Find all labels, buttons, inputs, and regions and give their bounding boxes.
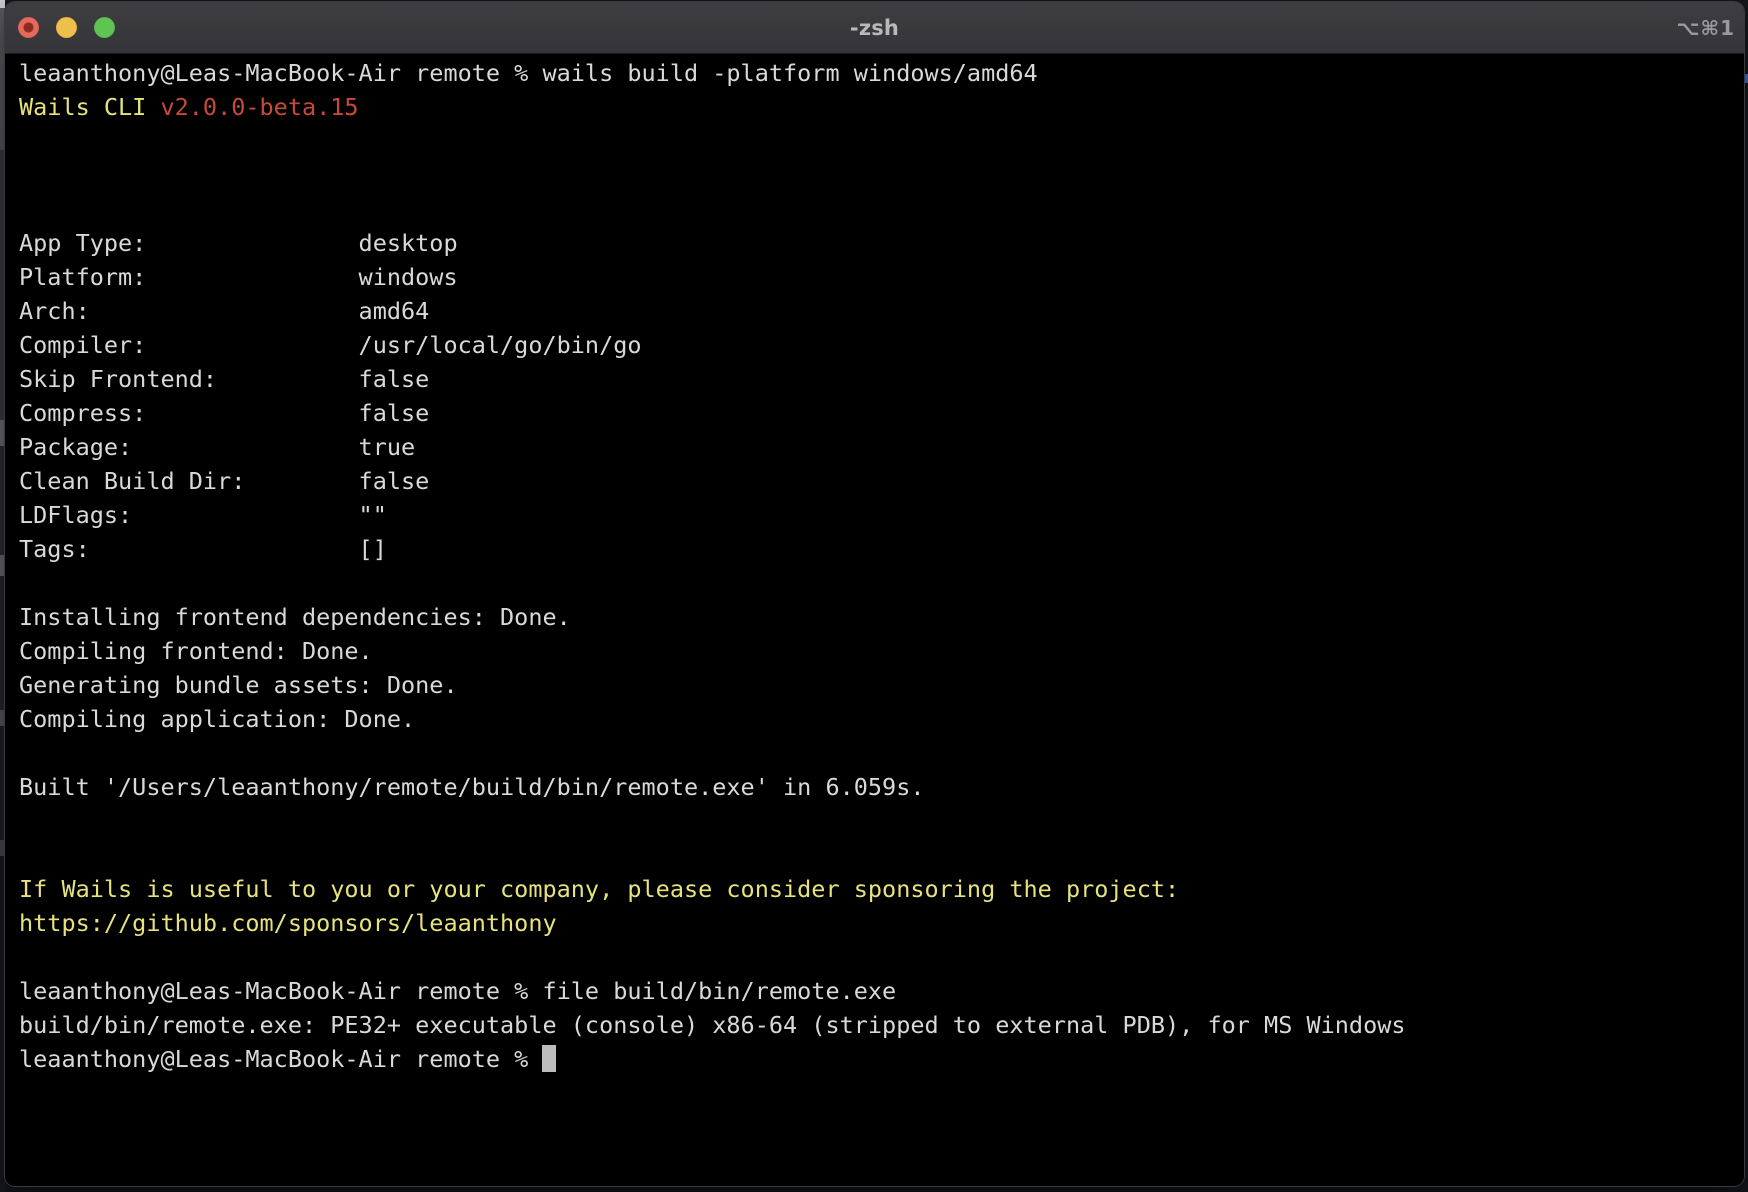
terminal-text: leaanthony@Leas-MacBook-Air remote % wai… [19,59,1038,87]
terminal-line: Generating bundle assets: Done. [19,668,1744,702]
terminal-text: build/bin/remote.exe: PE32+ executable (… [19,1011,1406,1039]
terminal-text: Tags: [] [19,535,387,563]
terminal-line: leaanthony@Leas-MacBook-Air remote % wai… [19,56,1744,90]
terminal-output[interactable]: leaanthony@Leas-MacBook-Air remote % wai… [5,54,1744,1186]
window-title: -zsh [850,16,899,40]
terminal-line [19,838,1744,872]
terminal-line [19,192,1744,226]
terminal-line: Installing frontend dependencies: Done. [19,600,1744,634]
terminal-line: Compiling application: Done. [19,702,1744,736]
terminal-line [19,804,1744,838]
desktop-background: -zsh ⌥⌘1 leaanthony@Leas-MacBook-Air rem… [0,0,1748,1192]
terminal-text [19,569,33,597]
terminal-line: Clean Build Dir: false [19,464,1744,498]
terminal-text: Generating bundle assets: Done. [19,671,458,699]
window-shortcut-badge: ⌥⌘1 [1676,2,1735,53]
close-button[interactable] [18,17,39,38]
terminal-line [19,124,1744,158]
terminal-line: Tags: [] [19,532,1744,566]
terminal-line [19,158,1744,192]
terminal-text: If Wails is useful to you or your compan… [19,875,1179,903]
terminal-text: Built '/Users/leaanthony/remote/build/bi… [19,773,924,801]
terminal-line: App Type: desktop [19,226,1744,260]
terminal-text [19,195,33,223]
terminal-line: If Wails is useful to you or your compan… [19,872,1744,906]
terminal-window: -zsh ⌥⌘1 leaanthony@Leas-MacBook-Air rem… [5,2,1744,1186]
terminal-line: Compiling frontend: Done. [19,634,1744,668]
terminal-text: https://github.com/sponsors/leaanthony [19,909,557,937]
terminal-line: Skip Frontend: false [19,362,1744,396]
terminal-line: leaanthony@Leas-MacBook-Air remote % fil… [19,974,1744,1008]
minimize-button[interactable] [56,17,77,38]
terminal-text: leaanthony@Leas-MacBook-Air remote % fil… [19,977,896,1005]
terminal-line: build/bin/remote.exe: PE32+ executable (… [19,1008,1744,1042]
terminal-text: Compiling frontend: Done. [19,637,373,665]
terminal-line: Wails CLI v2.0.0-beta.15 [19,90,1744,124]
terminal-text: Compiler: /usr/local/go/bin/go [19,331,642,359]
terminal-line: Platform: windows [19,260,1744,294]
terminal-line: Compiler: /usr/local/go/bin/go [19,328,1744,362]
terminal-text: Platform: windows [19,263,458,291]
terminal-text: Wails CLI [19,93,160,121]
terminal-line: https://github.com/sponsors/leaanthony [19,906,1744,940]
terminal-line: Package: true [19,430,1744,464]
zoom-button[interactable] [94,17,115,38]
terminal-text: App Type: desktop [19,229,458,257]
terminal-text: Compiling application: Done. [19,705,415,733]
terminal-text: Compress: false [19,399,429,427]
terminal-text: Package: true [19,433,415,461]
terminal-line [19,736,1744,770]
terminal-text [19,127,33,155]
terminal-text: Arch: amd64 [19,297,429,325]
terminal-text [19,841,33,869]
terminal-text [19,807,33,835]
terminal-text [19,943,33,971]
terminal-line: LDFlags: "" [19,498,1744,532]
terminal-text: Installing frontend dependencies: Done. [19,603,571,631]
terminal-cursor [542,1045,556,1072]
terminal-line [19,940,1744,974]
terminal-text: Skip Frontend: false [19,365,429,393]
terminal-text [19,739,33,767]
terminal-text [19,161,33,189]
terminal-text: Clean Build Dir: false [19,467,429,495]
terminal-line: Built '/Users/leaanthony/remote/build/bi… [19,770,1744,804]
terminal-text: v2.0.0-beta.15 [160,93,358,121]
traffic-lights [5,17,115,38]
terminal-line: leaanthony@Leas-MacBook-Air remote % [19,1042,1744,1076]
terminal-text: LDFlags: "" [19,501,387,529]
window-titlebar[interactable]: -zsh ⌥⌘1 [5,2,1744,54]
terminal-line: Compress: false [19,396,1744,430]
terminal-text: leaanthony@Leas-MacBook-Air remote % [19,1045,542,1073]
terminal-line: Arch: amd64 [19,294,1744,328]
terminal-line [19,566,1744,600]
